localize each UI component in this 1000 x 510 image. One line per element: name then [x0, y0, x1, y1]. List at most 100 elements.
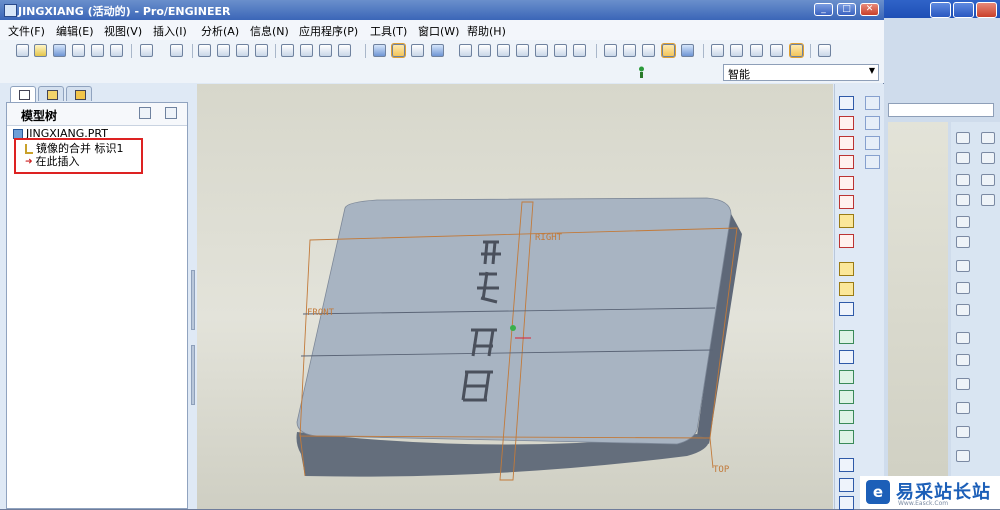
paste-icon[interactable]: [236, 44, 249, 57]
rib-tool-icon[interactable]: [839, 370, 854, 384]
bg-tool-icon: [956, 216, 970, 228]
email-icon[interactable]: [91, 44, 104, 57]
datum-label-right: RIGHT: [535, 233, 563, 243]
menu-analysis[interactable]: 分析(A): [201, 23, 239, 39]
hole-tool-icon[interactable]: [839, 330, 854, 344]
tab-model-tree[interactable]: [10, 86, 36, 102]
open-folder-icon[interactable]: [34, 44, 47, 57]
datum-display-icon[interactable]: [865, 155, 880, 169]
regenerate-icon[interactable]: [281, 44, 294, 57]
datum-plane-tool-icon[interactable]: [839, 96, 854, 110]
graphics-window[interactable]: RIGHT FRONT TOP: [197, 84, 833, 509]
redo-icon[interactable]: [170, 44, 183, 57]
datum-planes-icon[interactable]: [711, 44, 724, 57]
titlebar: JINGXIANG (活动的) - Pro/ENGINEER _ □ ✕: [0, 0, 884, 20]
pattern-tool-icon[interactable]: [839, 458, 854, 472]
selection-filter-dropdown[interactable]: 智能 ▼: [723, 64, 879, 81]
sketch-tool-icon[interactable]: [839, 234, 854, 248]
close-button[interactable]: ✕: [860, 3, 879, 16]
new-file-icon[interactable]: [16, 44, 29, 57]
extrude-tool-icon[interactable]: [839, 262, 854, 276]
splitter-grip[interactable]: [191, 345, 195, 405]
chamfer-tool-icon[interactable]: [839, 430, 854, 444]
bg-tool-icon: [956, 450, 970, 462]
revolve-tool-icon[interactable]: [839, 282, 854, 296]
save-icon[interactable]: [53, 44, 66, 57]
background-minimize-button[interactable]: [930, 2, 951, 18]
app-icon: [4, 4, 17, 17]
menu-help[interactable]: 帮助(H): [467, 23, 506, 39]
reorient-icon[interactable]: [516, 44, 529, 57]
sweep-tool-icon[interactable]: [839, 302, 854, 316]
paste-special-icon[interactable]: [255, 44, 268, 57]
wireframe-icon[interactable]: [604, 44, 617, 57]
annotation-display-icon[interactable]: [789, 43, 804, 58]
tree-show-icon[interactable]: [165, 107, 177, 119]
cut-icon[interactable]: [198, 44, 211, 57]
repaint-icon[interactable]: [373, 44, 386, 57]
menu-tools[interactable]: 工具(T): [370, 23, 407, 39]
print-icon[interactable]: [72, 44, 85, 57]
curve-tool-icon[interactable]: [839, 155, 854, 169]
tree-settings-icon[interactable]: [139, 107, 151, 119]
sketch-curve-tool-icon[interactable]: [839, 136, 854, 150]
saved-views-icon[interactable]: [535, 44, 548, 57]
bg-tool-icon: [981, 132, 995, 144]
appearance-gallery-icon[interactable]: [431, 44, 444, 57]
coordinate-systems-icon[interactable]: [770, 44, 783, 57]
model-tree-icon: [19, 90, 30, 100]
view-manager-icon[interactable]: [573, 44, 586, 57]
find-icon[interactable]: [319, 44, 332, 57]
refit-icon[interactable]: [497, 44, 510, 57]
splitter-grip[interactable]: [191, 270, 195, 330]
menu-insert[interactable]: 插入(I): [153, 23, 187, 39]
layers-icon[interactable]: [554, 44, 567, 57]
merge-tool-icon[interactable]: [839, 496, 854, 510]
context-help-icon[interactable]: [818, 44, 831, 57]
datum-display-icon[interactable]: [865, 116, 880, 130]
regen-status-icon: [639, 66, 644, 78]
menu-info[interactable]: 信息(N): [250, 23, 289, 39]
maximize-button[interactable]: □: [837, 3, 856, 16]
menu-applications[interactable]: 应用程序(P): [299, 23, 358, 39]
copy-icon[interactable]: [217, 44, 230, 57]
menu-edit[interactable]: 编辑(E): [56, 23, 94, 39]
hidden-line-icon[interactable]: [623, 44, 636, 57]
shading-icon[interactable]: [661, 43, 676, 58]
shell-tool-icon[interactable]: [839, 350, 854, 364]
menu-view[interactable]: 视图(V): [104, 23, 142, 39]
datum-axes-icon[interactable]: [730, 44, 743, 57]
regen-manager-icon[interactable]: [300, 44, 313, 57]
spin-center-icon[interactable]: [391, 43, 406, 58]
enhanced-realism-icon[interactable]: [681, 44, 694, 57]
tab-favorites[interactable]: [66, 86, 92, 101]
datum-point-tool-icon[interactable]: [839, 176, 854, 190]
menu-window[interactable]: 窗口(W): [418, 23, 459, 39]
mirror-tool-icon[interactable]: [839, 478, 854, 492]
email-link-icon[interactable]: [110, 44, 123, 57]
no-hidden-icon[interactable]: [642, 44, 655, 57]
minimize-button[interactable]: _: [814, 3, 833, 16]
datum-display-icon[interactable]: [865, 136, 880, 150]
datum-points-icon[interactable]: [750, 44, 763, 57]
draft-tool-icon[interactable]: [839, 390, 854, 404]
undo-icon[interactable]: [140, 44, 153, 57]
orient-mode-icon[interactable]: [411, 44, 424, 57]
tab-folder-browser[interactable]: [38, 86, 64, 101]
csys-tool-icon[interactable]: [839, 195, 854, 209]
background-close-button[interactable]: [976, 2, 997, 18]
zoom-out-icon[interactable]: [478, 44, 491, 57]
analysis-tool-icon[interactable]: [839, 214, 854, 228]
model-viewport[interactable]: RIGHT FRONT TOP: [197, 84, 833, 509]
zoom-in-icon[interactable]: [459, 44, 472, 57]
bg-tool-icon: [956, 132, 970, 144]
feature-toolbar: [834, 84, 884, 510]
background-maximize-button[interactable]: [953, 2, 974, 18]
background-canvas: [888, 122, 948, 509]
menu-file[interactable]: 文件(F): [8, 23, 45, 39]
datum-display-icon[interactable]: [865, 96, 880, 110]
datum-axis-tool-icon[interactable]: [839, 116, 854, 130]
select-box-icon[interactable]: [338, 44, 351, 57]
bg-tool-icon: [956, 152, 970, 164]
round-tool-icon[interactable]: [839, 410, 854, 424]
